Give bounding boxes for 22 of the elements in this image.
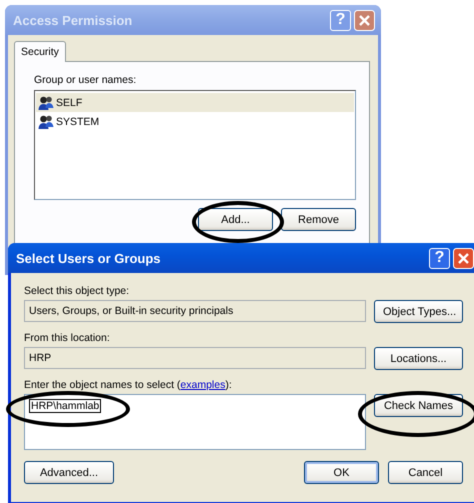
field-label: Select this object type: [24, 285, 130, 297]
field-label: Enter the object names to select (examples): [24, 379, 233, 391]
close-icon[interactable] [453, 248, 474, 268]
object-type-field: Users, Groups, or Built-in security principals [24, 300, 366, 322]
users-icon [38, 94, 54, 110]
examples-link[interactable]: examples [180, 379, 226, 391]
location-field: HRP [24, 347, 366, 369]
names-field[interactable]: HRP\hammlab [24, 394, 366, 450]
check-names-button[interactable]: Check Names [374, 394, 463, 417]
locations-button[interactable]: Locations... [374, 347, 463, 370]
window-title: Select Users or Groups [16, 250, 162, 266]
users-icon [38, 114, 54, 130]
help-button[interactable]: ? [429, 248, 450, 268]
object-types-button[interactable]: Object Types... [374, 300, 463, 323]
list-label: Group or user names: [34, 74, 138, 86]
dialog-button[interactable]: OK [304, 461, 379, 484]
dialog-button[interactable]: Cancel [388, 461, 463, 484]
list-item[interactable]: SELF [36, 93, 354, 112]
field-label: From this location: [24, 332, 111, 344]
window-title: Access Permission [13, 12, 134, 28]
list-item[interactable]: SYSTEM [36, 112, 354, 131]
dialog-button[interactable]: Advanced... [24, 461, 114, 484]
